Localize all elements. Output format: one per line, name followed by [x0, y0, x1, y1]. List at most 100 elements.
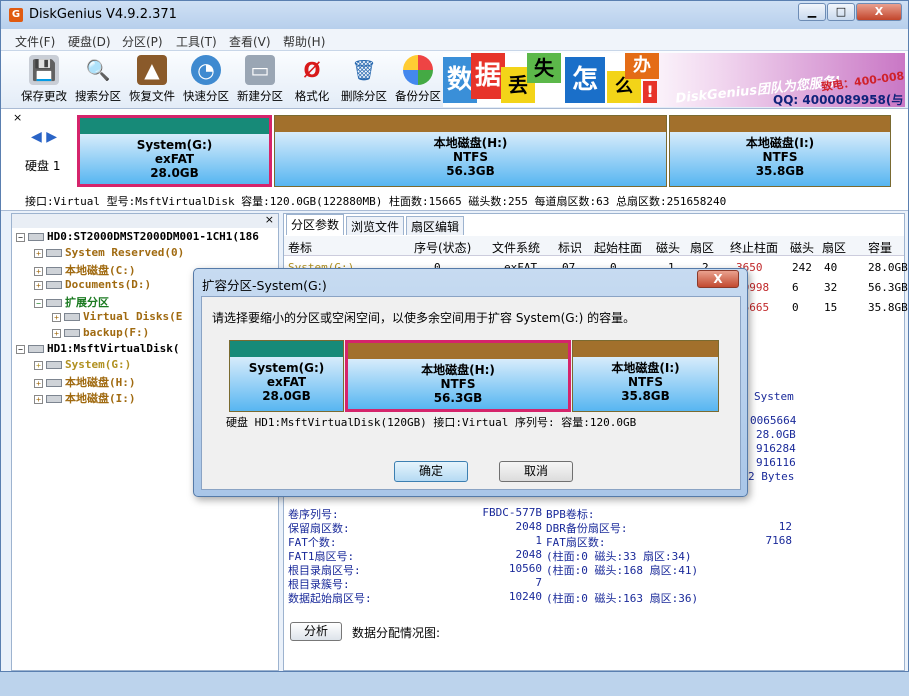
menu-tools[interactable]: 工具(T) [176, 33, 217, 50]
dialog-close-button[interactable]: X [697, 270, 739, 288]
column-header[interactable]: 扇区 [822, 239, 846, 256]
column-header[interactable]: 标识 [558, 239, 582, 256]
partition-size: 28.0GB [262, 389, 311, 403]
cancel-button[interactable]: 取消 [499, 461, 573, 482]
expand-icon[interactable]: + [52, 328, 61, 338]
partition-system-g[interactable]: System(G:) exFAT 28.0GB [77, 115, 272, 187]
banner-tile: 据 [471, 53, 505, 99]
strip-close-icon[interactable]: × [13, 111, 22, 124]
dialog-partition-system-g[interactable]: System(G:) exFAT 28.0GB [229, 340, 344, 412]
partition-size: 28.0GB [150, 166, 199, 180]
tree-node[interactable]: + System(G:) [34, 358, 131, 371]
menu-file[interactable]: 文件(F) [15, 33, 55, 50]
tree-node-label: 本地磁盘(H:) [65, 376, 136, 389]
table-cell: 28.0GB [868, 261, 908, 274]
tree-node[interactable]: + 本地磁盘(I:) [34, 390, 136, 406]
expand-partition-dialog: 扩容分区-System(G:) X 请选择要缩小的分区或空闲空间，以使多余空间用… [193, 268, 748, 497]
tree-node[interactable]: − HD1:MsftVirtualDisk( [16, 342, 179, 355]
expand-icon[interactable]: + [34, 378, 43, 388]
tree-close-icon[interactable]: × [265, 213, 274, 226]
tab-partition-params[interactable]: 分区参数 [286, 214, 345, 235]
partition-name: 本地磁盘(I:) [745, 136, 815, 150]
partition-icon [46, 361, 62, 369]
collapse-icon[interactable]: − [16, 232, 25, 242]
analyze-button[interactable]: 分析 [290, 622, 342, 641]
toolbar-label: 备份分区 [395, 89, 441, 103]
tree-node[interactable]: + 本地磁盘(H:) [34, 374, 136, 390]
column-header[interactable]: 磁头 [656, 239, 680, 256]
expand-icon[interactable]: + [34, 280, 43, 290]
tree-node[interactable]: + backup(F:) [52, 326, 149, 339]
minimize-button[interactable]: ▁ [798, 3, 826, 21]
expand-icon[interactable]: + [52, 312, 61, 322]
column-header[interactable]: 容量 [868, 239, 892, 256]
toolbar-label: 搜索分区 [75, 89, 121, 103]
tree-node[interactable]: + 本地磁盘(C:) [34, 262, 136, 278]
column-header[interactable]: 文件系统 [492, 239, 540, 256]
delete-partition-button[interactable]: 🗑 删除分区 [337, 53, 391, 107]
tree-node-label: System(G:) [65, 358, 132, 371]
menu-help[interactable]: 帮助(H) [283, 33, 325, 50]
dialog-partition-local-i[interactable]: 本地磁盘(I:) NTFS 35.8GB [572, 340, 719, 412]
dialog-message: 请选择要缩小的分区或空闲空间，以使多余空间用于扩容 System(G:) 的容量… [212, 311, 636, 325]
tab-sector-edit[interactable]: 扇区编辑 [406, 216, 465, 235]
table-cell: 15 [824, 301, 838, 314]
expand-icon[interactable]: + [34, 360, 43, 370]
search-partition-button[interactable]: 🔍 搜索分区 [71, 53, 125, 107]
disk-nav-arrows[interactable]: ◀ ▶ [31, 129, 57, 145]
collapse-icon[interactable]: − [16, 344, 25, 354]
table-cell: 6 [792, 281, 799, 294]
save-changes-button[interactable]: 💾 保存更改 [17, 53, 71, 107]
tree-node[interactable]: − 扩展分区 [34, 294, 109, 310]
partition-icon [64, 313, 80, 321]
save-icon: 💾 [29, 55, 59, 85]
collapse-icon[interactable]: − [34, 298, 43, 308]
dialog-partition-local-h[interactable]: 本地磁盘(H:) NTFS 56.3GB [345, 340, 571, 412]
column-header[interactable]: 终止柱面 [730, 239, 778, 256]
prev-disk-icon[interactable]: ◀ [31, 129, 42, 145]
expand-icon[interactable]: + [34, 394, 43, 404]
tree-node[interactable]: + Documents(D:) [34, 278, 151, 291]
expand-icon[interactable]: + [34, 248, 43, 258]
partition-fs: NTFS [762, 150, 798, 164]
column-header[interactable]: 序号(状态) [414, 239, 471, 256]
format-button[interactable]: Ø 格式化 [285, 53, 339, 107]
tree-node[interactable]: + Virtual Disks(E [52, 310, 182, 323]
maximize-button[interactable]: □ [827, 3, 855, 21]
ad-banner[interactable]: 数 据 丢 失 怎 么 办 ! DiskGenius团队为您服务! 致电：400… [443, 53, 905, 107]
detail-value: FBDC-577B [482, 506, 542, 519]
quick-partition-icon: ◔ [191, 55, 221, 85]
partition-size: 56.3GB [433, 391, 483, 405]
backup-icon [403, 55, 433, 85]
new-partition-button[interactable]: ▭ 新建分区 [233, 53, 287, 107]
partition-icon [46, 281, 62, 289]
tree-node[interactable]: + System Reserved(0) [34, 246, 184, 259]
close-button[interactable]: X [856, 3, 902, 21]
disk-info-line: 接口:Virtual 型号:MsftVirtualDisk 容量:120.0GB… [25, 195, 727, 208]
restore-files-button[interactable]: ▲ 恢复文件 [125, 53, 179, 107]
partition-fs: NTFS [440, 377, 476, 391]
partition-name: 本地磁盘(H:) [433, 136, 508, 150]
ok-button[interactable]: 确定 [394, 461, 468, 482]
partition-local-i[interactable]: 本地磁盘(I:) NTFS 35.8GB [669, 115, 891, 187]
column-header[interactable]: 卷标 [288, 239, 312, 256]
column-header[interactable]: 磁头 [790, 239, 814, 256]
menu-partition[interactable]: 分区(P) [122, 33, 163, 50]
next-disk-icon[interactable]: ▶ [46, 129, 57, 145]
tree-node[interactable]: − HD0:ST2000DMST2000DM001-1CH1(186 [16, 230, 259, 243]
partition-local-h[interactable]: 本地磁盘(H:) NTFS 56.3GB [274, 115, 667, 187]
detail-value: 0065664 [750, 414, 797, 427]
toolbar-label: 恢复文件 [129, 89, 175, 103]
table-cell: 32 [824, 281, 838, 294]
detail-key: (柱面:0 磁头:163 扇区:36) [546, 592, 699, 605]
menu-disk[interactable]: 硬盘(D) [68, 33, 111, 50]
partition-icon [64, 329, 80, 337]
column-header[interactable]: 起始柱面 [594, 239, 642, 256]
banner-qq: QQ: 4000089958(与电 [773, 93, 904, 107]
expand-icon[interactable]: + [34, 266, 43, 276]
menu-view[interactable]: 查看(V) [229, 33, 271, 50]
tab-browse-files[interactable]: 浏览文件 [346, 216, 405, 235]
backup-partition-button[interactable]: 备份分区 [391, 53, 445, 107]
quick-partition-button[interactable]: ◔ 快速分区 [179, 53, 233, 107]
column-header[interactable]: 扇区 [690, 239, 714, 256]
